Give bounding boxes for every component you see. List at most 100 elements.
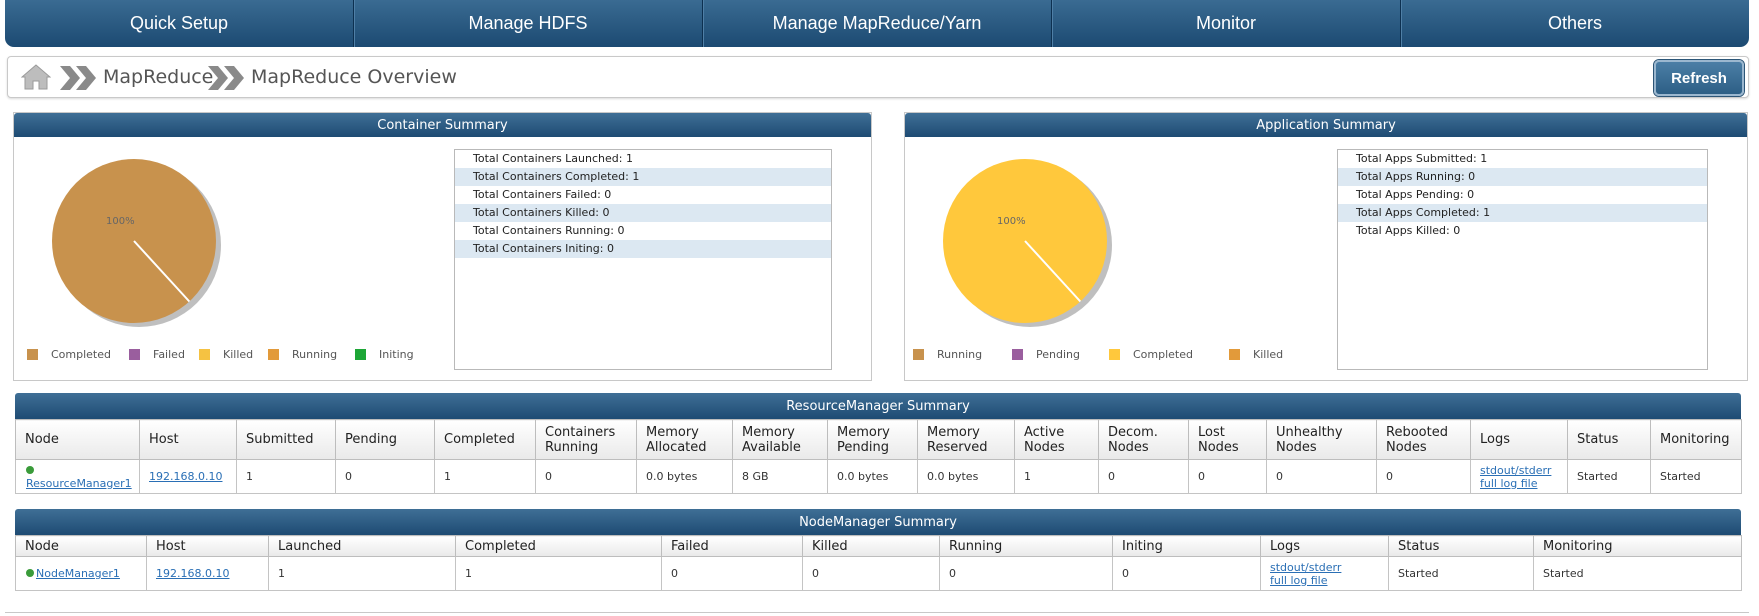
column-header[interactable]: Pending [335, 419, 435, 460]
column-header[interactable]: Memory Available [732, 419, 828, 460]
cell-monitoring: Started [1533, 556, 1742, 591]
full-log-link[interactable]: full log file [1480, 477, 1537, 490]
pie-slice-label: 100% [997, 216, 1026, 227]
table-header-row: Node Host Launched Completed Failed Kill… [15, 535, 1742, 557]
logs-cell: stdout/stderr full log file [1470, 459, 1568, 494]
cell-memory-available: 8 GB [732, 459, 828, 494]
column-header[interactable]: Logs [1260, 535, 1389, 557]
cell-failed: 0 [661, 556, 803, 591]
column-header[interactable]: Host [139, 419, 237, 460]
column-header[interactable]: Node [15, 419, 140, 460]
nav-quick-setup[interactable]: Quick Setup [5, 0, 354, 47]
column-header[interactable]: Launched [268, 535, 456, 557]
cell-memory-allocated: 0.0 bytes [636, 459, 733, 494]
legend-item: Completed [1109, 348, 1229, 361]
breadcrumb-mapreduce[interactable]: MapReduce [103, 66, 213, 88]
status-ok-icon [26, 465, 34, 474]
legend-item: Killed [1229, 348, 1309, 361]
home-icon[interactable] [21, 63, 51, 91]
cell-decom-nodes: 0 [1098, 459, 1189, 494]
breadcrumb: MapReduce MapReduce Overview Refresh [7, 56, 1749, 98]
column-header[interactable]: Completed [434, 419, 536, 460]
column-header[interactable]: Containers Running [535, 419, 637, 460]
legend-swatch [1109, 349, 1120, 360]
column-header[interactable]: Memory Allocated [636, 419, 733, 460]
container-legend: Completed Failed Killed Running Initing [27, 348, 425, 361]
column-header[interactable]: Memory Reserved [917, 419, 1015, 460]
legend-item: Completed [27, 348, 129, 361]
column-header[interactable]: Decom. Nodes [1098, 419, 1189, 460]
column-header[interactable]: Initing [1112, 535, 1261, 557]
column-header[interactable]: Rebooted Nodes [1376, 419, 1471, 460]
nav-manage-mapreduce-yarn[interactable]: Manage MapReduce/Yarn [703, 0, 1052, 47]
column-header[interactable]: Logs [1470, 419, 1568, 460]
full-log-link[interactable]: full log file [1270, 574, 1327, 587]
cell-monitoring: Started [1650, 459, 1742, 494]
stat-row: Total Containers Launched: 1 [473, 152, 633, 165]
chevron-right-icon [208, 66, 244, 90]
table-row: NodeManager1 192.168.0.10 1 1 0 0 0 0 st… [15, 556, 1742, 591]
column-header[interactable]: Monitoring [1650, 419, 1742, 460]
nav-others[interactable]: Others [1401, 0, 1749, 47]
panel-title: NodeManager Summary [15, 509, 1741, 535]
panel-title: Container Summary [14, 113, 871, 137]
status-ok-icon [26, 569, 34, 577]
column-header[interactable]: Status [1567, 419, 1651, 460]
cell-status: Started [1567, 459, 1651, 494]
cell-completed: 1 [434, 459, 536, 494]
legend-swatch [355, 349, 366, 360]
host-link[interactable]: 192.168.0.10 [156, 567, 229, 580]
refresh-button[interactable]: Refresh [1654, 60, 1744, 96]
pie-slice-label: 100% [106, 216, 135, 227]
column-header[interactable]: Submitted [236, 419, 336, 460]
cell-containers-running: 0 [535, 459, 637, 494]
legend-swatch [129, 349, 140, 360]
legend-item: Failed [129, 348, 199, 361]
cell-active-nodes: 1 [1014, 459, 1099, 494]
host-link[interactable]: 192.168.0.10 [149, 470, 222, 483]
legend-item: Killed [199, 348, 268, 361]
legend-swatch [1229, 349, 1240, 360]
cell-launched: 1 [268, 556, 456, 591]
column-header[interactable]: Lost Nodes [1188, 419, 1267, 460]
stat-row: Total Containers Killed: 0 [455, 204, 831, 222]
stdout-stderr-link[interactable]: stdout/stderr [1480, 464, 1551, 477]
column-header[interactable]: Host [146, 535, 269, 557]
column-header[interactable]: Status [1388, 535, 1534, 557]
stat-row: Total Containers Failed: 0 [473, 188, 612, 201]
host-cell: 192.168.0.10 [139, 459, 237, 494]
cell-status: Started [1388, 556, 1534, 591]
chevron-right-icon [60, 66, 96, 90]
application-pie-chart: 100% [943, 159, 1112, 327]
legend-item: Running [268, 348, 355, 361]
legend-swatch [913, 349, 924, 360]
column-header[interactable]: Active Nodes [1014, 419, 1099, 460]
nav-manage-hdfs[interactable]: Manage HDFS [354, 0, 703, 47]
legend-swatch [268, 349, 279, 360]
nav-monitor[interactable]: Monitor [1052, 0, 1401, 47]
column-header[interactable]: Memory Pending [827, 419, 918, 460]
cell-lost-nodes: 0 [1188, 459, 1267, 494]
application-stats: Total Apps Submitted: 1 Total Apps Runni… [1337, 149, 1708, 370]
application-legend: Running Pending Completed Killed [913, 348, 1309, 361]
column-header[interactable]: Monitoring [1533, 535, 1742, 557]
cell-memory-reserved: 0.0 bytes [917, 459, 1015, 494]
column-header[interactable]: Node [15, 535, 147, 557]
container-summary-panel: Container Summary 100% Completed Failed … [13, 112, 872, 381]
legend-item: Initing [355, 348, 425, 361]
node-link[interactable]: ResourceManager1 [26, 477, 132, 490]
stat-row: Total Apps Submitted: 1 [1356, 152, 1488, 165]
column-header[interactable]: Running [939, 535, 1113, 557]
rm-summary-panel: ResourceManager Summary Node Host Submit… [15, 393, 1742, 495]
stat-row: Total Apps Pending: 0 [1356, 188, 1475, 201]
cell-memory-pending: 0.0 bytes [827, 459, 918, 494]
stat-row: Total Containers Initing: 0 [455, 240, 831, 258]
stdout-stderr-link[interactable]: stdout/stderr [1270, 561, 1341, 574]
column-header[interactable]: Killed [802, 535, 940, 557]
column-header[interactable]: Failed [661, 535, 803, 557]
host-cell: 192.168.0.10 [146, 556, 269, 591]
cell-rebooted-nodes: 0 [1376, 459, 1471, 494]
column-header[interactable]: Unhealthy Nodes [1266, 419, 1377, 460]
column-header[interactable]: Completed [455, 535, 662, 557]
node-link[interactable]: NodeManager1 [36, 567, 120, 580]
